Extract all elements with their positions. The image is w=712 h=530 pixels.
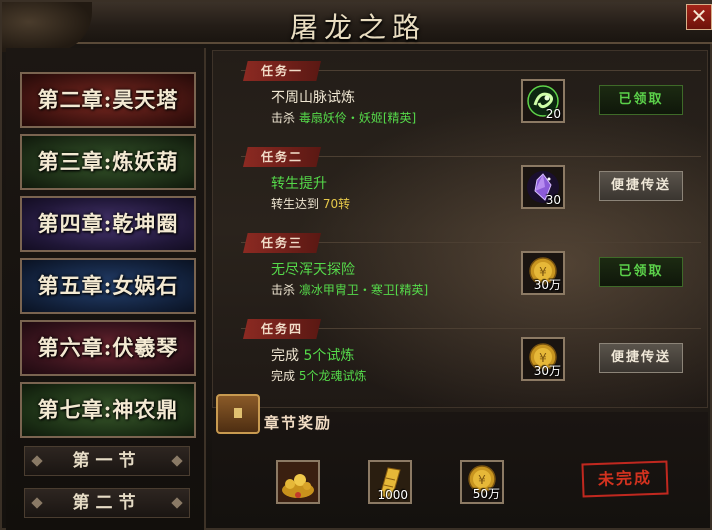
detail-prefix: 完成	[271, 369, 296, 383]
detail-prefix: 击杀	[271, 283, 296, 297]
chapter-button-2[interactable]: 第二章:昊天塔	[20, 72, 196, 128]
reward-quantity: 30万	[533, 364, 561, 378]
detail-prefix: 击杀	[271, 111, 296, 125]
name-value: 5个试炼	[303, 348, 355, 364]
title-bar: 屠龙之路 ✕	[2, 2, 712, 52]
task-name: 不周山脉试炼	[271, 90, 355, 106]
diamond-icon	[171, 455, 183, 467]
task-row: 任务一 不周山脉试炼 击杀 毒扇妖伶・妖姬[精英] 20 已领取	[213, 55, 709, 139]
detail-value: 70转	[322, 197, 351, 211]
task-tag: 任务二	[243, 147, 321, 167]
section-button-1[interactable]: 第一节	[24, 446, 190, 476]
task-row: 任务三 无尽浑天探险 击杀 凛冰甲胄卫・寒卫[精英] ¥ 30万 已领取	[213, 227, 709, 311]
claimed-button[interactable]: 已领取	[599, 257, 683, 287]
window-title: 屠龙之路	[289, 11, 426, 44]
task-row: 任务四 完成 5个试炼 完成 5个龙魂试炼 ¥ 30万 便捷传送	[213, 313, 709, 397]
detail-value: 凛冰甲胄卫・寒卫[精英]	[298, 283, 429, 297]
reward-slot[interactable]: 20	[521, 79, 565, 123]
chapter-button-5[interactable]: 第五章:女娲石	[20, 258, 196, 314]
reward-slot[interactable]: ¥ 30万	[521, 337, 565, 381]
reward-quantity: 50万	[472, 487, 500, 501]
reward-quantity: 30	[545, 193, 561, 207]
task-name: 完成 5个试炼	[271, 345, 354, 365]
close-button[interactable]: ✕	[686, 4, 712, 30]
task-panel: 任务一 不周山脉试炼 击杀 毒扇妖伶・妖姬[精英] 20 已领取 任务二 转生提…	[212, 50, 708, 408]
chapter-button-4[interactable]: 第四章:乾坤圈	[20, 196, 196, 252]
chapter-reward-panel: 章节奖励 1000 ¥ 50万 未完成	[212, 394, 708, 528]
task-detail: 完成 5个龙魂试炼	[271, 367, 366, 384]
diamond-icon	[31, 497, 43, 509]
chapter-reward-slot[interactable]	[276, 460, 320, 504]
task-detail: 转生达到 70转	[271, 195, 350, 212]
incomplete-status-stamp: 未完成	[581, 460, 669, 498]
diamond-icon	[31, 455, 43, 467]
name-prefix: 完成	[271, 348, 299, 364]
teleport-button[interactable]: 便捷传送	[599, 171, 683, 201]
task-detail: 击杀 毒扇妖伶・妖姬[精英]	[271, 109, 416, 126]
task-row: 任务二 转生提升 转生达到 70转 30 便捷传送	[213, 141, 709, 225]
claimed-button[interactable]: 已领取	[599, 85, 683, 115]
chapter-button-7[interactable]: 第七章:神农鼎	[20, 382, 196, 438]
chapter-button-6[interactable]: 第六章:伏羲琴	[20, 320, 196, 376]
detail-value: 毒扇妖伶・妖姬[精英]	[298, 111, 417, 125]
detail-prefix: 转生达到	[271, 197, 320, 211]
reward-quantity: 20	[545, 107, 561, 121]
diamond-icon	[171, 497, 183, 509]
task-name: 转生提升	[271, 176, 327, 192]
chapter-sidebar: 第二章:昊天塔 第三章:炼妖葫 第四章:乾坤圈 第五章:女娲石 第六章:伏羲琴 …	[6, 48, 206, 530]
chapter-reward-title: 章节奖励	[264, 414, 333, 432]
detail-value: 5个龙魂试炼	[298, 369, 367, 383]
section-label: 第一节	[72, 451, 142, 471]
treasure-chest-icon	[216, 394, 260, 434]
section-button-2[interactable]: 第二节	[24, 488, 190, 518]
section-label: 第二节	[72, 493, 142, 513]
reward-quantity: 1000	[377, 488, 408, 502]
task-tag: 任务四	[243, 319, 321, 339]
chapter-button-3[interactable]: 第三章:炼妖葫	[20, 134, 196, 190]
game-window: 屠龙之路 ✕ 第二章:昊天塔 第三章:炼妖葫 第四章:乾坤圈 第五章:女娲石 第…	[0, 0, 712, 530]
task-name: 无尽浑天探险	[271, 262, 355, 278]
task-tag: 任务三	[243, 233, 321, 253]
chapter-reward-slot[interactable]: 1000	[368, 460, 412, 504]
task-tag: 任务一	[243, 61, 321, 81]
task-detail: 击杀 凛冰甲胄卫・寒卫[精英]	[271, 281, 428, 298]
teleport-button[interactable]: 便捷传送	[599, 343, 683, 373]
treasure-pile-icon	[278, 462, 318, 502]
reward-quantity: 30万	[533, 278, 561, 292]
reward-slot[interactable]: 30	[521, 165, 565, 209]
chapter-reward-slot[interactable]: ¥ 50万	[460, 460, 504, 504]
reward-slot[interactable]: ¥ 30万	[521, 251, 565, 295]
